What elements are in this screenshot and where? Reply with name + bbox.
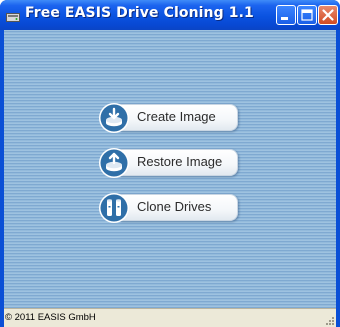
maximize-icon xyxy=(301,9,313,21)
restore-image-button[interactable]: Restore Image xyxy=(98,147,239,179)
app-icon[interactable] xyxy=(6,8,20,22)
status-bar: © 2011 EASIS GmbH xyxy=(4,308,336,327)
create-image-button[interactable]: Create Image xyxy=(98,102,239,134)
resize-grip-icon[interactable] xyxy=(324,315,335,326)
close-icon xyxy=(322,9,334,21)
create-image-label: Create Image xyxy=(137,109,216,124)
clone-drives-label: Clone Drives xyxy=(137,199,212,214)
minimize-icon xyxy=(281,17,288,20)
main-panel: Create Image Restore Image Clone Drives xyxy=(4,30,336,308)
app-window: Free EASIS Drive Cloning 1.1 Create Imag… xyxy=(0,0,340,327)
clone-drives-button[interactable]: Clone Drives xyxy=(98,192,239,224)
clone-drives-icon xyxy=(99,193,129,223)
title-bar[interactable]: Free EASIS Drive Cloning 1.1 xyxy=(0,0,340,30)
window-title: Free EASIS Drive Cloning 1.1 xyxy=(25,5,254,21)
minimize-button[interactable] xyxy=(276,5,296,25)
restore-image-label: Restore Image xyxy=(137,154,223,169)
close-button[interactable] xyxy=(318,5,338,25)
maximize-button[interactable] xyxy=(297,5,317,25)
disk-restore-icon xyxy=(99,148,129,178)
disk-image-icon xyxy=(99,103,129,133)
copyright-text: © 2011 EASIS GmbH xyxy=(5,312,96,323)
